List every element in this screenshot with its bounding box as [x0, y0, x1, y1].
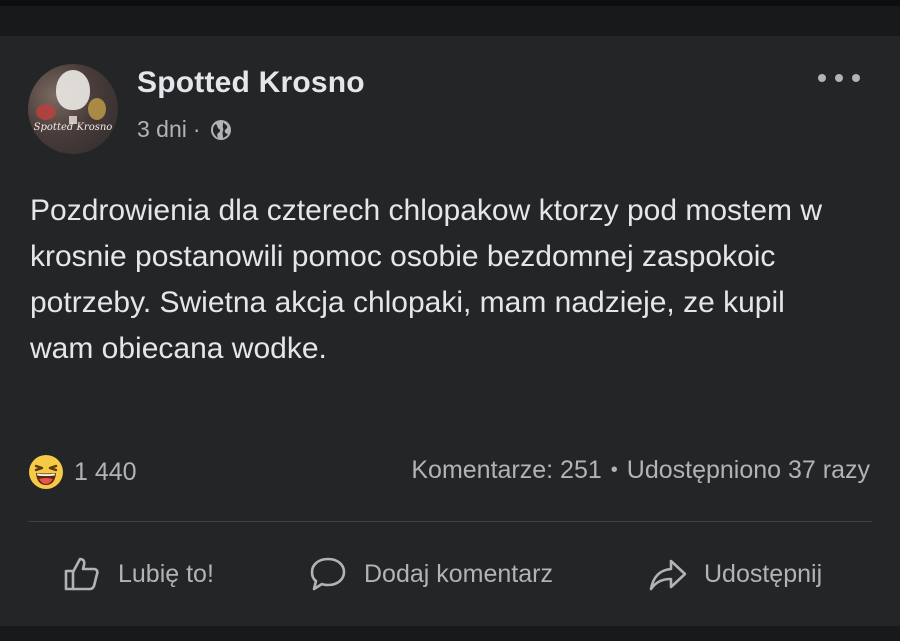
top-edge	[0, 0, 900, 6]
share-button[interactable]: Udostępnij	[648, 542, 822, 606]
avatar-decoration	[36, 104, 56, 120]
meta-separator: ·	[192, 116, 201, 142]
comment-button[interactable]: Dodaj komentarz	[308, 542, 553, 606]
comments-count[interactable]: Komentarze: 251	[411, 456, 601, 485]
more-options-icon[interactable]	[818, 70, 860, 86]
page-name[interactable]: Spotted Krosno	[137, 66, 365, 100]
globe-icon[interactable]	[209, 118, 233, 142]
like-label: Lubię to!	[118, 559, 214, 588]
dot	[818, 74, 826, 82]
bottom-strip	[0, 626, 900, 641]
dot	[852, 74, 860, 82]
balloon-icon	[56, 70, 90, 110]
post-card: Spotted Krosno Spotted Krosno 3 dni · Po…	[0, 36, 900, 626]
shares-count[interactable]: Udostępniono 37 razy	[627, 456, 870, 485]
reactions-summary[interactable]: 1 440	[28, 454, 137, 490]
post-meta: 3 dni ·	[137, 116, 233, 143]
post-text: Pozdrowienia dla czterech chlopakow ktor…	[30, 194, 823, 365]
share-arrow-icon	[649, 559, 687, 591]
page-avatar[interactable]: Spotted Krosno	[28, 64, 118, 154]
reaction-count: 1 440	[74, 457, 137, 486]
divider	[28, 521, 872, 522]
stats-separator: •	[610, 459, 618, 481]
like-button[interactable]: Lubię to!	[62, 542, 214, 606]
post-stats: Komentarze: 251 • Udostępniono 37 razy	[411, 456, 870, 485]
dot	[835, 74, 843, 82]
avatar-decoration	[88, 98, 106, 120]
laughing-emoji-icon	[29, 455, 63, 489]
share-label: Udostępnij	[704, 559, 823, 588]
thumbs-up-icon	[64, 557, 99, 591]
post-time[interactable]: 3 dni	[137, 116, 187, 143]
post-actions: Lubię to! Dodaj komentarz Udostępnij	[28, 542, 872, 606]
comment-bubble-icon	[310, 557, 346, 591]
comment-label: Dodaj komentarz	[364, 559, 553, 588]
avatar-logo-text: Spotted Krosno	[33, 122, 113, 133]
top-strip	[0, 0, 900, 36]
